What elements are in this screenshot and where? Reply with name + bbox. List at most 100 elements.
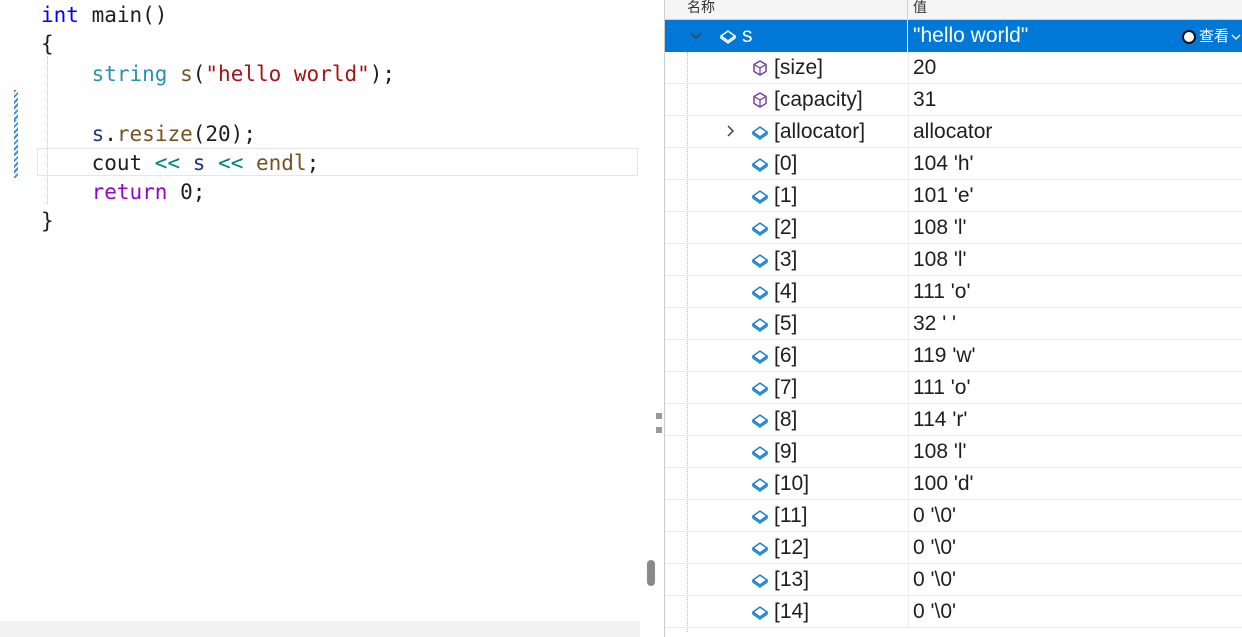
value-cell[interactable]: 0 '\0' xyxy=(908,596,1242,628)
variable-icon xyxy=(751,603,769,621)
value-cell[interactable]: 108 'l' xyxy=(908,436,1242,468)
name-cell[interactable]: [14] xyxy=(665,596,907,628)
name-cell[interactable]: [3] xyxy=(665,244,907,276)
code-line[interactable]: } xyxy=(41,206,54,236)
name-cell[interactable]: [8] xyxy=(665,404,907,436)
variable-name: [10] xyxy=(774,472,810,495)
code-line[interactable]: return 0; xyxy=(41,177,206,207)
horizontal-scrollbar[interactable] xyxy=(0,621,640,637)
code-editor[interactable]: int main(){ string s("hello world"); s.r… xyxy=(0,0,640,637)
value-cell[interactable]: 114 'r' xyxy=(908,404,1242,436)
variable-icon xyxy=(751,219,769,237)
chevron-right-icon[interactable] xyxy=(723,121,737,141)
view-button[interactable]: 查看 xyxy=(1181,25,1241,47)
name-cell[interactable]: [size] xyxy=(665,52,907,84)
value-cell[interactable]: "hello world" 查看 xyxy=(908,20,1242,52)
variable-name: [1] xyxy=(774,184,798,207)
variable-name: [11] xyxy=(774,504,808,527)
name-cell[interactable]: [10] xyxy=(665,468,907,500)
column-header-name[interactable]: 名称 xyxy=(687,0,715,17)
variable-icon xyxy=(751,315,769,333)
variable-value: 108 'l' xyxy=(913,216,967,239)
column-divider[interactable] xyxy=(907,0,908,20)
value-cell[interactable]: 111 'o' xyxy=(908,372,1242,404)
name-cell[interactable]: [4] xyxy=(665,276,907,308)
name-cell[interactable]: [13] xyxy=(665,564,907,596)
name-cell[interactable]: [1] xyxy=(665,180,907,212)
variable-name: [8] xyxy=(774,408,798,431)
value-cell[interactable]: 111 'o' xyxy=(908,276,1242,308)
code-token: . xyxy=(104,122,117,146)
value-cell[interactable]: 31 xyxy=(908,84,1242,116)
watch-row[interactable]: [2] 108 'l' xyxy=(665,212,1242,244)
watch-header: 名称 值 xyxy=(665,0,1242,20)
variable-name: [12] xyxy=(774,536,810,559)
code-line[interactable]: int main() xyxy=(41,0,167,30)
pane-splitter[interactable] xyxy=(640,0,664,637)
value-cell[interactable]: 32 ' ' xyxy=(908,308,1242,340)
variable-value: 108 'l' xyxy=(913,248,967,271)
value-cell[interactable]: 101 'e' xyxy=(908,180,1242,212)
watch-row[interactable]: [6] 119 'w' xyxy=(665,340,1242,372)
name-cell[interactable]: [2] xyxy=(665,212,907,244)
value-cell[interactable]: 100 'd' xyxy=(908,468,1242,500)
variable-icon xyxy=(751,411,769,429)
watch-row[interactable]: [0] 104 'h' xyxy=(665,148,1242,180)
name-cell[interactable]: [allocator] xyxy=(665,116,907,148)
watch-row[interactable]: [size] 20 xyxy=(665,52,1242,84)
chevron-down-icon[interactable] xyxy=(689,25,703,45)
watch-row[interactable]: [13] 0 '\0' xyxy=(665,564,1242,596)
watch-row[interactable]: [1] 101 'e' xyxy=(665,180,1242,212)
value-cell[interactable]: 20 xyxy=(908,52,1242,84)
watch-row-s[interactable]: s "hello world" 查看 xyxy=(665,20,1242,52)
name-cell[interactable]: [capacity] xyxy=(665,84,907,116)
watch-row[interactable]: [3] 108 'l' xyxy=(665,244,1242,276)
name-cell[interactable]: [5] xyxy=(665,308,907,340)
value-cell[interactable]: 108 'l' xyxy=(908,244,1242,276)
watch-row[interactable]: [capacity] 31 xyxy=(665,84,1242,116)
watch-row[interactable]: [7] 111 'o' xyxy=(665,372,1242,404)
code-token: main() xyxy=(78,3,168,27)
name-cell[interactable]: [12] xyxy=(665,532,907,564)
name-cell[interactable]: [11] xyxy=(665,500,907,532)
code-line[interactable]: s.resize(20); xyxy=(41,119,256,149)
value-cell[interactable]: 0 '\0' xyxy=(908,500,1242,532)
watch-row[interactable]: [9] 108 'l' xyxy=(665,436,1242,468)
value-cell[interactable]: 0 '\0' xyxy=(908,564,1242,596)
vertical-scrollbar-thumb[interactable] xyxy=(647,560,655,586)
variable-icon xyxy=(751,507,769,525)
value-cell[interactable]: 108 'l' xyxy=(908,212,1242,244)
name-cell[interactable]: [0] xyxy=(665,148,907,180)
watch-row[interactable]: [8] 114 'r' xyxy=(665,404,1242,436)
watch-row[interactable]: [10] 100 'd' xyxy=(665,468,1242,500)
code-line[interactable]: cout << s << endl; xyxy=(41,148,320,178)
name-cell[interactable]: s xyxy=(665,20,907,52)
name-cell[interactable]: [6] xyxy=(665,340,907,372)
value-cell[interactable]: 119 'w' xyxy=(908,340,1242,372)
watch-row[interactable]: [5] 32 ' ' xyxy=(665,308,1242,340)
watch-row[interactable]: [11] 0 '\0' xyxy=(665,500,1242,532)
watch-row[interactable]: [12] 0 '\0' xyxy=(665,532,1242,564)
variable-name: [5] xyxy=(774,312,798,335)
variable-name: [6] xyxy=(774,344,798,367)
splitter-grip-icon[interactable] xyxy=(656,413,664,433)
code-token: s xyxy=(180,62,193,86)
name-cell[interactable]: [7] xyxy=(665,372,907,404)
watch-row[interactable]: [allocator] allocator xyxy=(665,116,1242,148)
watch-row[interactable]: [4] 111 'o' xyxy=(665,276,1242,308)
variable-icon xyxy=(751,571,769,589)
value-cell[interactable]: 0 '\0' xyxy=(908,532,1242,564)
variable-icon xyxy=(751,347,769,365)
code-line[interactable]: string s("hello world"); xyxy=(41,59,396,89)
code-token: resize xyxy=(116,122,193,146)
column-header-value[interactable]: 值 xyxy=(913,0,927,17)
value-cell[interactable]: allocator xyxy=(908,116,1242,148)
watch-row[interactable]: [14] 0 '\0' xyxy=(665,596,1242,628)
value-cell[interactable]: 104 'h' xyxy=(908,148,1242,180)
name-cell[interactable]: [9] xyxy=(665,436,907,468)
code-line[interactable]: { xyxy=(41,29,54,59)
variable-value: "hello world" xyxy=(913,24,1029,47)
